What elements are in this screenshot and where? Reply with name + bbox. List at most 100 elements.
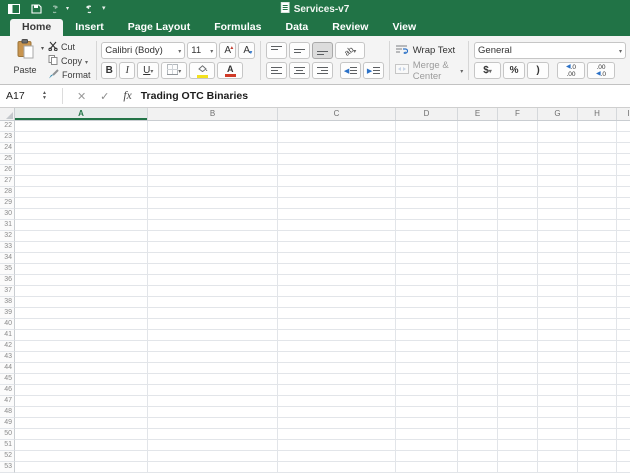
tab-review[interactable]: Review: [320, 19, 380, 36]
cell-A30[interactable]: [15, 209, 148, 220]
column-header-E[interactable]: E: [458, 108, 498, 120]
copy-button[interactable]: Copy: [48, 54, 91, 68]
cell-E27[interactable]: [458, 176, 498, 187]
formula-input[interactable]: Trading OTC Binaries: [141, 90, 248, 102]
cell-H38[interactable]: [578, 297, 617, 308]
cell-G37[interactable]: [538, 286, 578, 297]
row-header-25[interactable]: 25: [0, 154, 15, 165]
cell-A27[interactable]: [15, 176, 148, 187]
cell-C45[interactable]: [278, 374, 396, 385]
insert-function-button[interactable]: fx: [123, 90, 131, 102]
column-header-H[interactable]: H: [578, 108, 617, 120]
cell-A49[interactable]: [15, 418, 148, 429]
cell-E40[interactable]: [458, 319, 498, 330]
increase-decimal-button[interactable]: ◀.0 .00: [557, 62, 585, 79]
cell-E30[interactable]: [458, 209, 498, 220]
cell-H45[interactable]: [578, 374, 617, 385]
row-header-28[interactable]: 28: [0, 187, 15, 198]
cell-D34[interactable]: [396, 253, 458, 264]
tab-page-layout[interactable]: Page Layout: [116, 19, 202, 36]
cell-F45[interactable]: [498, 374, 538, 385]
row-header-24[interactable]: 24: [0, 143, 15, 154]
cell-E35[interactable]: [458, 264, 498, 275]
cell-E33[interactable]: [458, 242, 498, 253]
cell-G27[interactable]: [538, 176, 578, 187]
cell-D32[interactable]: [396, 231, 458, 242]
cell-I33[interactable]: [617, 242, 630, 253]
cell-A43[interactable]: [15, 352, 148, 363]
cell-A47[interactable]: [15, 396, 148, 407]
cell-H22[interactable]: [578, 121, 617, 132]
cell-F24[interactable]: [498, 143, 538, 154]
cell-G26[interactable]: [538, 165, 578, 176]
cell-E37[interactable]: [458, 286, 498, 297]
cell-H33[interactable]: [578, 242, 617, 253]
cell-G49[interactable]: [538, 418, 578, 429]
cell-C42[interactable]: [278, 341, 396, 352]
cell-A28[interactable]: [15, 187, 148, 198]
merge-center-button[interactable]: Merge & Center: [395, 62, 464, 79]
cell-A25[interactable]: [15, 154, 148, 165]
cell-F28[interactable]: [498, 187, 538, 198]
align-left-button[interactable]: [266, 62, 287, 79]
cell-A37[interactable]: [15, 286, 148, 297]
cell-C52[interactable]: [278, 451, 396, 462]
cell-F29[interactable]: [498, 198, 538, 209]
cell-B45[interactable]: [148, 374, 278, 385]
cell-H30[interactable]: [578, 209, 617, 220]
cell-E45[interactable]: [458, 374, 498, 385]
cell-E32[interactable]: [458, 231, 498, 242]
cell-G25[interactable]: [538, 154, 578, 165]
cell-H32[interactable]: [578, 231, 617, 242]
cell-D52[interactable]: [396, 451, 458, 462]
comma-style-button[interactable]: ): [527, 62, 549, 79]
cell-C48[interactable]: [278, 407, 396, 418]
font-family-select[interactable]: Calibri (Body): [101, 42, 185, 59]
tab-insert[interactable]: Insert: [63, 19, 116, 36]
cell-I46[interactable]: [617, 385, 630, 396]
qat-menu-caret-icon[interactable]: ▾: [102, 6, 106, 12]
cell-E38[interactable]: [458, 297, 498, 308]
cell-F32[interactable]: [498, 231, 538, 242]
cell-D45[interactable]: [396, 374, 458, 385]
cell-D43[interactable]: [396, 352, 458, 363]
cell-D31[interactable]: [396, 220, 458, 231]
cell-I36[interactable]: [617, 275, 630, 286]
tab-formulas[interactable]: Formulas: [202, 19, 273, 36]
cell-F30[interactable]: [498, 209, 538, 220]
align-center-button[interactable]: [289, 62, 310, 79]
currency-button[interactable]: $: [474, 62, 501, 79]
column-header-F[interactable]: F: [498, 108, 538, 120]
wrap-text-button[interactable]: Wrap Text: [395, 42, 464, 59]
cell-H29[interactable]: [578, 198, 617, 209]
cell-H41[interactable]: [578, 330, 617, 341]
cell-F38[interactable]: [498, 297, 538, 308]
row-header-40[interactable]: 40: [0, 319, 15, 330]
cell-G53[interactable]: [538, 462, 578, 473]
cell-B32[interactable]: [148, 231, 278, 242]
number-format-select[interactable]: General: [474, 42, 626, 59]
cell-H44[interactable]: [578, 363, 617, 374]
cell-D48[interactable]: [396, 407, 458, 418]
cell-A40[interactable]: [15, 319, 148, 330]
cell-I45[interactable]: [617, 374, 630, 385]
cell-F42[interactable]: [498, 341, 538, 352]
row-header-53[interactable]: 53: [0, 462, 15, 473]
cell-D39[interactable]: [396, 308, 458, 319]
cell-D29[interactable]: [396, 198, 458, 209]
cell-A53[interactable]: [15, 462, 148, 473]
cell-I44[interactable]: [617, 363, 630, 374]
cell-B35[interactable]: [148, 264, 278, 275]
cell-I29[interactable]: [617, 198, 630, 209]
cell-G31[interactable]: [538, 220, 578, 231]
paste-button[interactable]: ▾ Paste: [6, 39, 44, 82]
cell-A38[interactable]: [15, 297, 148, 308]
grow-font-button[interactable]: A ▲: [219, 42, 236, 59]
cell-B23[interactable]: [148, 132, 278, 143]
cell-I41[interactable]: [617, 330, 630, 341]
cell-G35[interactable]: [538, 264, 578, 275]
cell-D40[interactable]: [396, 319, 458, 330]
cell-H51[interactable]: [578, 440, 617, 451]
cell-F49[interactable]: [498, 418, 538, 429]
bold-button[interactable]: B: [101, 62, 117, 79]
